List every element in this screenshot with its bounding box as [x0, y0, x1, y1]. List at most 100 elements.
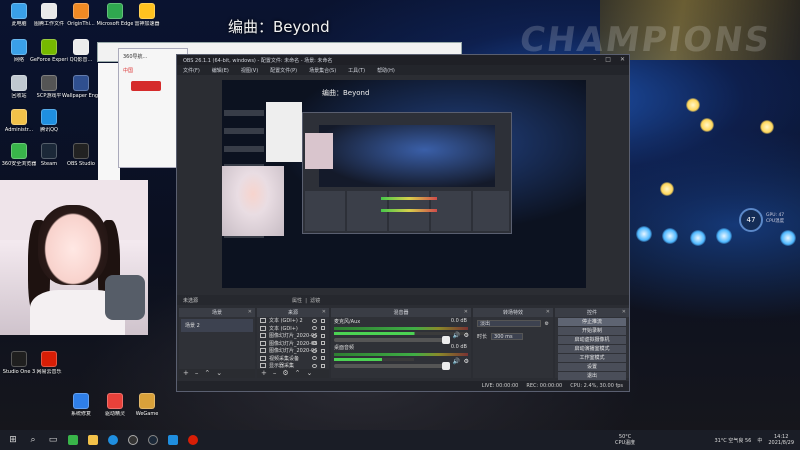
gear-icon[interactable]: ⚙ — [464, 358, 469, 365]
menu-item[interactable]: 帮助(H) — [377, 67, 395, 74]
eye-icon[interactable] — [312, 318, 317, 323]
desktop-icon[interactable]: Microsoft Edge — [97, 3, 133, 27]
chevron-up-icon[interactable]: ⌃ — [204, 370, 210, 377]
steam-taskbar-icon[interactable] — [146, 433, 160, 447]
desktop-icon[interactable]: WeGame — [130, 393, 164, 417]
search-icon[interactable]: ⌕ — [26, 433, 40, 447]
eye-icon[interactable] — [312, 363, 317, 368]
control-button[interactable]: 停止推流 — [558, 318, 626, 326]
windows-start-icon[interactable]: ⊞ — [6, 433, 20, 447]
add-icon[interactable]: + — [261, 370, 267, 377]
desktop-icon[interactable]: 回收站 — [2, 75, 36, 99]
obs-taskbar-icon[interactable] — [126, 433, 140, 447]
desktop-icon[interactable]: 360安全浏览器 — [2, 143, 36, 167]
lock-icon[interactable] — [321, 348, 325, 353]
speaker-icon[interactable]: 🔊 — [453, 358, 460, 365]
control-button[interactable]: 启动虚拟摄像机 — [558, 336, 626, 344]
source-item[interactable]: 视频采集设备 — [257, 355, 329, 363]
volume-knob[interactable] — [442, 362, 450, 370]
desktop-icon[interactable]: 此电脑 — [2, 3, 36, 27]
qq-taskbar-icon[interactable] — [166, 433, 180, 447]
performance-gauge[interactable]: 47 — [739, 208, 763, 232]
speaker-icon[interactable]: 🔊 — [453, 332, 460, 339]
dock-close-icon[interactable]: ✕ — [622, 309, 626, 315]
menu-item[interactable]: 文件(F) — [183, 67, 200, 74]
browser-tab[interactable]: 中国 — [123, 67, 133, 74]
desktop-icon[interactable]: Administr... — [2, 109, 36, 133]
control-button[interactable]: 工作室模式 — [558, 354, 626, 362]
obs-titlebar[interactable]: OBS 26.1.1 (64-bit, windows) - 配置文件: 未命名… — [177, 55, 629, 65]
task-view-icon[interactable]: ▭ — [46, 433, 60, 447]
desktop-icon[interactable]: 系统修复 — [64, 393, 98, 417]
source-item[interactable]: 文本 (GDI+) — [257, 325, 329, 333]
edge-icon[interactable] — [106, 433, 120, 447]
desktop-icon[interactable]: Steam — [32, 143, 66, 167]
desktop-icon[interactable]: GeForce Experience — [30, 39, 68, 63]
chevron-down-icon[interactable]: ⌄ — [216, 370, 222, 377]
source-item[interactable]: 图像幻灯片_2020-06 — [257, 340, 329, 348]
control-button[interactable]: 退出 — [558, 372, 626, 380]
dock-close-icon[interactable]: ✕ — [464, 309, 468, 315]
menu-item[interactable]: 编辑(E) — [212, 67, 229, 74]
menu-item[interactable]: 场景集合(S) — [309, 67, 336, 74]
control-button[interactable]: 启动演播室模式 — [558, 345, 626, 353]
gear-icon[interactable]: ⚙ — [282, 370, 288, 377]
desktop-icon[interactable]: OBS Studio — [64, 143, 98, 167]
desktop-icon[interactable]: Studio One 3 — [2, 351, 36, 375]
volume-slider[interactable] — [334, 336, 450, 344]
lock-icon[interactable] — [321, 333, 325, 338]
add-icon[interactable]: + — [183, 370, 189, 377]
lock-icon[interactable] — [321, 363, 325, 368]
eye-icon[interactable] — [312, 348, 317, 353]
desktop-icon[interactable]: 雷神加速器 — [130, 3, 164, 27]
transition-select[interactable]: 淡出 — [477, 320, 541, 327]
source-item[interactable]: 文本 (GDI+) 2 — [257, 317, 329, 325]
eye-icon[interactable] — [312, 326, 317, 331]
chevron-down-icon[interactable]: ⌄ — [307, 370, 313, 377]
dock-close-icon[interactable]: ✕ — [322, 309, 326, 315]
minimize-icon[interactable]: – — [593, 56, 596, 63]
gear-icon[interactable]: ⚙ — [464, 332, 469, 339]
maximize-icon[interactable]: □ — [605, 56, 611, 63]
desktop-icon[interactable]: OriginThi... — [64, 3, 98, 27]
desktop-icon[interactable]: Wallpaper Engine:... — [62, 75, 100, 99]
dock-close-icon[interactable]: ✕ — [248, 309, 252, 315]
properties-button[interactable]: 属性 — [292, 298, 302, 304]
eye-icon[interactable] — [312, 333, 317, 338]
source-item[interactable]: 图像幻灯片_2020-06 — [257, 347, 329, 355]
desktop-icon[interactable]: 图腾工作文件 — [32, 3, 66, 27]
obs-preview[interactable]: 编曲：Beyond — [222, 80, 586, 288]
ime-indicator[interactable]: 中 — [757, 437, 762, 444]
control-button[interactable]: 开始录制 — [558, 327, 626, 335]
desktop-icon[interactable]: 腾讯QQ — [32, 109, 66, 133]
duration-input[interactable]: 300 ms — [491, 333, 524, 340]
source-item[interactable]: 图像幻灯片_2020-06 — [257, 332, 329, 340]
volume-slider[interactable] — [334, 362, 450, 370]
lock-icon[interactable] — [321, 356, 325, 361]
eye-icon[interactable] — [312, 356, 317, 361]
remove-icon[interactable]: – — [195, 370, 199, 377]
desktop-icon[interactable]: QQ影音... — [64, 39, 98, 63]
menu-item[interactable]: 配置文件(P) — [270, 67, 297, 74]
file-explorer-icon[interactable] — [86, 433, 100, 447]
desktop-icon[interactable]: SCP游戏平 — [32, 75, 66, 99]
cpu-temperature[interactable]: 50°C CPU温度 — [615, 434, 635, 446]
menu-item[interactable]: 工具(T) — [348, 67, 365, 74]
browser-url[interactable]: 360导航... — [123, 53, 147, 60]
music-taskbar-icon[interactable] — [186, 433, 200, 447]
browser-taskbar-icon[interactable] — [66, 433, 80, 447]
remove-icon[interactable]: – — [273, 370, 277, 377]
dock-close-icon[interactable]: ✕ — [546, 309, 550, 315]
weather[interactable]: 31°C 空气良 56 — [714, 437, 751, 444]
obs-window[interactable]: OBS 26.1.1 (64-bit, windows) - 配置文件: 未命名… — [176, 54, 630, 392]
control-button[interactable]: 设置 — [558, 363, 626, 371]
lock-icon[interactable] — [321, 318, 325, 323]
scene-item[interactable]: 场景 2 — [181, 319, 253, 332]
filters-button[interactable]: 滤镜 — [310, 298, 320, 304]
clock[interactable]: 14:12 2021/8/29 — [768, 434, 794, 446]
properties-filters[interactable]: 属性 | 滤镜 — [292, 297, 320, 304]
desktop-icon[interactable]: 驱动精灵 — [98, 393, 132, 417]
gear-icon[interactable]: ⚙ — [545, 321, 549, 327]
lock-icon[interactable] — [321, 341, 325, 346]
desktop-icon[interactable]: 网易云音乐 — [32, 351, 66, 375]
